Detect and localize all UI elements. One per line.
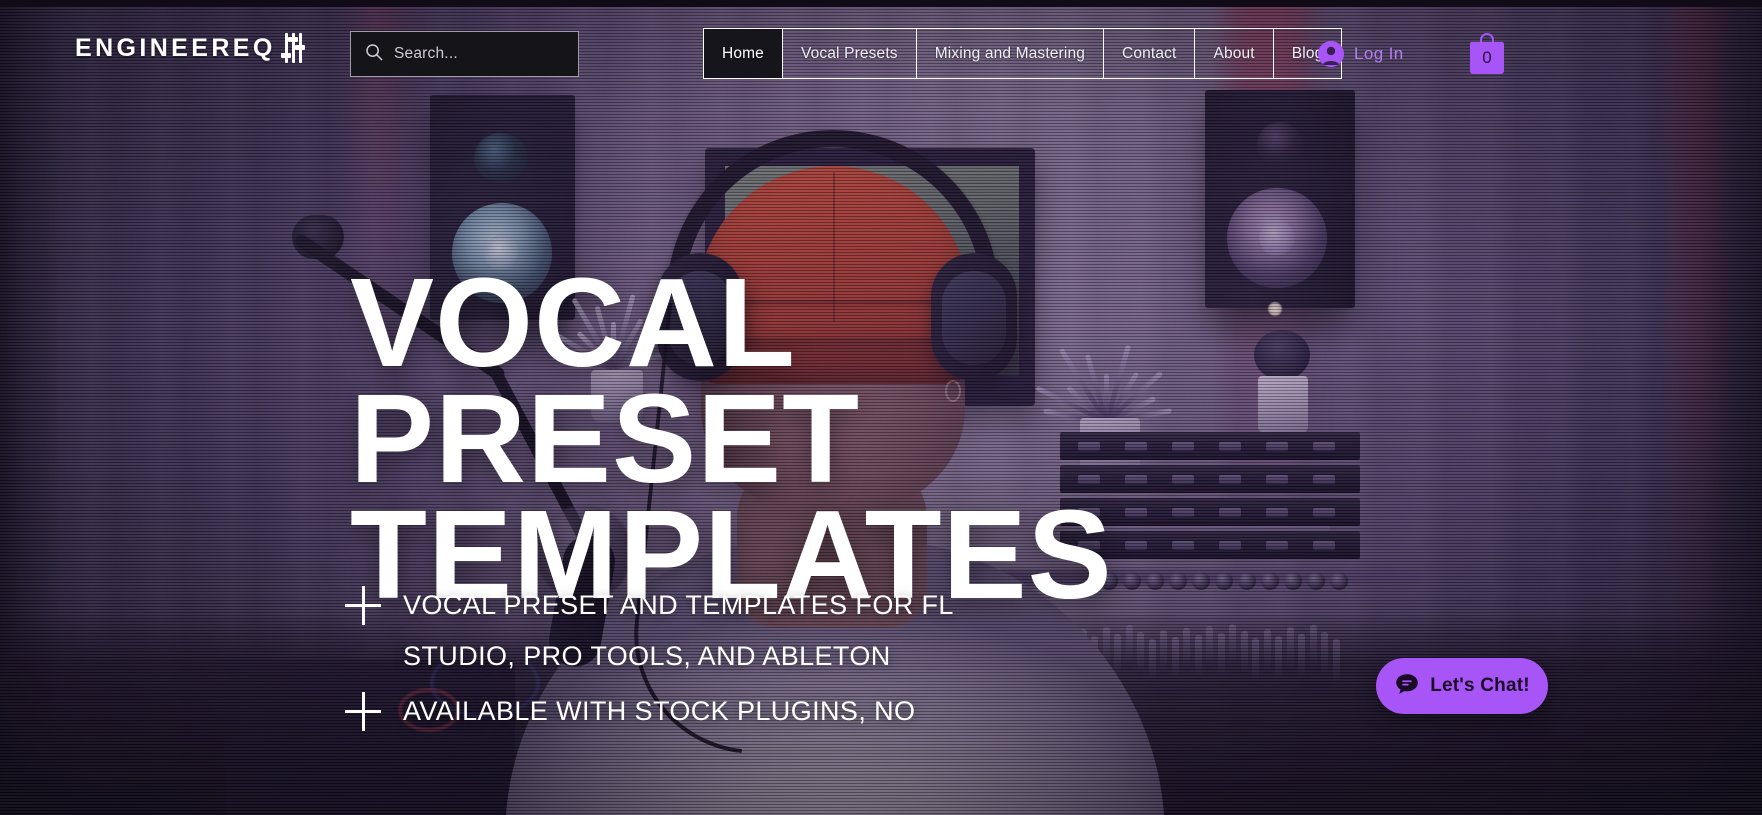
chat-label: Let's Chat!: [1430, 675, 1530, 696]
page-root: ENGINEEREQ Search... Home Vocal Presets …: [0, 0, 1762, 815]
nav-item-contact[interactable]: Contact: [1104, 29, 1196, 78]
bullet-1-line-1: VOCAL PRESET AND TEMPLATES FOR FL: [403, 590, 954, 620]
nav-item-home[interactable]: Home: [704, 29, 783, 78]
logo-wordmark: ENGINEEREQ: [75, 33, 276, 62]
user-avatar-icon: [1318, 41, 1344, 67]
list-item: AVAILABLE WITH STOCK PLUGINS, NO: [345, 686, 1105, 738]
login-label: Log In: [1354, 44, 1404, 63]
plus-icon: [345, 580, 381, 632]
main-navigation: Home Vocal Presets Mixing and Mastering …: [703, 28, 1343, 79]
search-placeholder-text: Search...: [394, 45, 458, 62]
search-icon: [365, 43, 383, 66]
bullet-2-line-1: AVAILABLE WITH STOCK PLUGINS, NO: [403, 696, 916, 726]
nav-item-vocal-presets[interactable]: Vocal Presets: [783, 29, 917, 78]
hero-section: VOCAL PRESET TEMPLATES: [350, 252, 1170, 618]
cart-button[interactable]: 0: [1470, 32, 1504, 74]
hero-title-line-2: PRESET: [350, 367, 861, 509]
hero-feature-list: VOCAL PRESET AND TEMPLATES FOR FL STUDIO…: [345, 580, 1105, 742]
chat-bubble-icon: [1394, 671, 1420, 702]
page-title: VOCAL PRESET TEMPLATES: [350, 252, 1170, 618]
plus-icon: [345, 686, 381, 738]
hero-title-line-1: VOCAL: [350, 252, 796, 393]
nav-item-mixing-and-mastering[interactable]: Mixing and Mastering: [917, 29, 1105, 78]
bullet-text-block: AVAILABLE WITH STOCK PLUGINS, NO: [403, 686, 915, 737]
bullet-text-block: VOCAL PRESET AND TEMPLATES FOR FL STUDIO…: [403, 580, 954, 682]
nav-item-about[interactable]: About: [1195, 29, 1274, 78]
list-item: VOCAL PRESET AND TEMPLATES FOR FL STUDIO…: [345, 580, 1105, 682]
cart-count-badge: 0: [1482, 48, 1492, 67]
site-header: ENGINEEREQ Search... Home Vocal Presets …: [0, 7, 1762, 85]
search-input[interactable]: Search...: [350, 31, 579, 77]
top-black-strip: [0, 0, 1762, 7]
lets-chat-button[interactable]: Let's Chat!: [1376, 658, 1548, 714]
site-logo[interactable]: ENGINEEREQ: [75, 33, 306, 63]
faders-icon: [281, 33, 306, 63]
login-button[interactable]: Log In: [1318, 41, 1404, 67]
bullet-1-line-2: STUDIO, PRO TOOLS, AND ABLETON: [403, 641, 891, 671]
